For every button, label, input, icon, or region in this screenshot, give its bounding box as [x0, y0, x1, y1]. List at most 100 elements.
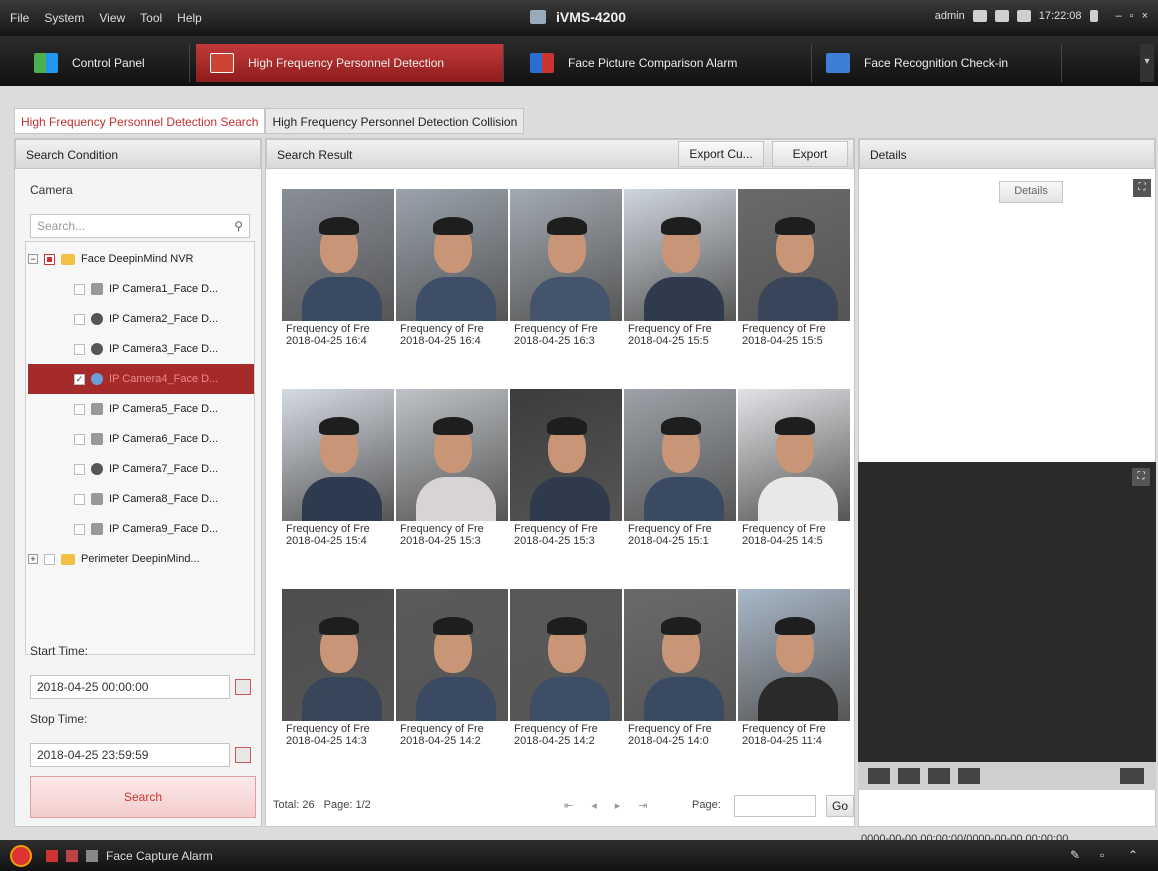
thumbnail-caption: Frequency of Fre 2018-04-25 14:0 — [628, 723, 742, 747]
face-capture-thumbnail[interactable] — [738, 189, 850, 321]
face-capture-thumbnail[interactable] — [282, 589, 394, 721]
thumbnail-caption: Frequency of Fre 2018-04-25 15:5 — [742, 323, 856, 347]
tab-detection-collision[interactable]: High Frequency Personnel Detection Colli… — [265, 108, 525, 134]
search-button[interactable]: Search — [30, 776, 256, 818]
checkbox[interactable] — [74, 463, 85, 475]
page-input[interactable] — [734, 795, 816, 817]
checkbox[interactable] — [74, 343, 85, 355]
pin-icon[interactable]: ✎ — [1070, 848, 1080, 862]
face-capture-thumbnail[interactable] — [510, 589, 622, 721]
alarm-output-icon[interactable] — [46, 850, 58, 862]
play-icon[interactable] — [868, 768, 890, 784]
collapse-up-icon[interactable]: ⌃ — [1128, 848, 1138, 862]
tab-detection-search[interactable]: High Frequency Personnel Detection Searc… — [14, 108, 266, 134]
face-capture-thumbnail[interactable] — [396, 189, 508, 321]
checkbox[interactable] — [74, 313, 85, 325]
tree-node-camera4[interactable]: ✓ IP Camera4_Face D... — [28, 364, 254, 394]
menu-file[interactable]: File — [10, 11, 29, 25]
face-capture-thumbnail[interactable] — [396, 589, 508, 721]
tree-node-camera6[interactable]: IP Camera6_Face D... — [74, 424, 254, 454]
alarm-warning-icon[interactable] — [10, 845, 32, 867]
tab-face-picture-comparison-alarm[interactable]: Face Picture Comparison Alarm — [516, 44, 812, 82]
thumbnail-person-hair — [661, 417, 701, 435]
camera-search-input[interactable]: Search... ⚲ — [30, 214, 250, 238]
menu-system[interactable]: System — [44, 11, 84, 25]
fullscreen-icon[interactable]: ⛶ — [1132, 468, 1150, 486]
checkbox[interactable] — [74, 283, 85, 295]
tree-node-label: IP Camera2_Face D... — [109, 313, 219, 325]
start-time-input[interactable]: 2018-04-25 00:00:00 — [30, 675, 230, 699]
menu-help[interactable]: Help — [177, 11, 202, 25]
caption-title: Frequency of Fre — [742, 323, 826, 335]
face-capture-thumbnail[interactable] — [510, 389, 622, 521]
maximize-icon[interactable]: ▫ — [1130, 10, 1134, 22]
first-page-icon[interactable]: ⇤ — [564, 799, 573, 812]
face-capture-thumbnail[interactable] — [738, 389, 850, 521]
close-icon[interactable]: × — [1142, 10, 1148, 22]
export-current-button[interactable]: Export Cu... — [678, 141, 764, 167]
expand-icon[interactable]: + — [28, 554, 38, 564]
fullscreen-icon[interactable]: ⛶ — [1133, 179, 1151, 197]
checkbox[interactable] — [74, 433, 85, 445]
search-icon[interactable]: ⚲ — [234, 219, 243, 233]
globe-icon[interactable] — [972, 10, 987, 22]
next-page-icon[interactable]: ▸ — [615, 799, 621, 812]
app-logo-icon — [530, 10, 546, 24]
face-capture-thumbnail[interactable] — [624, 189, 736, 321]
details-button[interactable]: Details — [999, 181, 1063, 203]
minimize-icon[interactable]: – — [1116, 10, 1122, 22]
keyboard-icon[interactable] — [994, 10, 1009, 22]
volume-icon[interactable] — [1120, 768, 1144, 784]
face-capture-thumbnail[interactable] — [510, 189, 622, 321]
menu-tool[interactable]: Tool — [140, 11, 162, 25]
calendar-icon[interactable] — [235, 679, 251, 695]
calendar-icon[interactable] — [1016, 10, 1031, 22]
face-capture-thumbnail[interactable] — [624, 389, 736, 521]
caption-title: Frequency of Fre — [742, 723, 826, 735]
tree-node-camera8[interactable]: IP Camera8_Face D... — [74, 484, 254, 514]
checkbox-checked[interactable]: ✓ — [74, 373, 85, 385]
checkbox[interactable] — [74, 493, 85, 505]
face-capture-thumbnail[interactable] — [624, 589, 736, 721]
checkbox-partial[interactable] — [44, 253, 55, 265]
window-icon[interactable]: ▫ — [1100, 848, 1104, 862]
tree-node-camera5[interactable]: IP Camera5_Face D... — [74, 394, 254, 424]
prev-page-icon[interactable]: ◂ — [591, 799, 597, 812]
camera-icon — [91, 403, 103, 415]
slow-icon[interactable] — [928, 768, 950, 784]
stop-time-input[interactable]: 2018-04-25 23:59:59 — [30, 743, 230, 767]
checkbox[interactable] — [74, 523, 85, 535]
tree-node-camera3[interactable]: IP Camera3_Face D... — [74, 334, 254, 364]
tree-node-perimeter[interactable]: + Perimeter DeepinMind... — [28, 544, 254, 574]
checkbox[interactable] — [44, 553, 55, 565]
video-playback-area[interactable]: ⛶ — [858, 462, 1156, 762]
search-placeholder: Search... — [37, 219, 86, 233]
tab-high-frequency-personnel-detection[interactable]: High Frequency Personnel Detection — [196, 44, 504, 82]
tab-control-panel[interactable]: Control Panel — [20, 44, 190, 82]
fast-icon[interactable] — [958, 768, 980, 784]
tree-node-nvr[interactable]: − Face DeepinMind NVR — [28, 244, 254, 274]
export-button[interactable]: Export — [772, 141, 848, 167]
menu-view[interactable]: View — [99, 11, 125, 25]
face-capture-thumbnail[interactable] — [282, 189, 394, 321]
tree-node-camera1[interactable]: IP Camera1_Face D... — [74, 274, 254, 304]
stop-icon[interactable] — [898, 768, 920, 784]
tree-node-camera7[interactable]: IP Camera7_Face D... — [74, 454, 254, 484]
calendar-icon[interactable] — [235, 747, 251, 763]
face-capture-thumbnail[interactable] — [738, 589, 850, 721]
lock-icon[interactable] — [1089, 10, 1098, 22]
go-button[interactable]: Go — [826, 795, 854, 817]
tab-face-recognition-check-in[interactable]: Face Recognition Check-in — [812, 44, 1062, 82]
event-icon[interactable] — [66, 850, 78, 862]
checkbox[interactable] — [74, 403, 85, 415]
last-page-icon[interactable]: ⇥ — [638, 799, 647, 812]
sound-icon[interactable] — [86, 850, 98, 862]
face-capture-thumbnail[interactable] — [282, 389, 394, 521]
collapse-icon[interactable]: − — [28, 254, 38, 264]
face-capture-thumbnail[interactable] — [396, 389, 508, 521]
tree-node-camera2[interactable]: IP Camera2_Face D... — [74, 304, 254, 334]
tree-node-camera9[interactable]: IP Camera9_Face D... — [74, 514, 254, 544]
start-time-label: Start Time: — [30, 644, 89, 658]
tab-scroll-button[interactable]: ▾ — [1140, 44, 1154, 82]
thumbnail-person-hair — [319, 417, 359, 435]
